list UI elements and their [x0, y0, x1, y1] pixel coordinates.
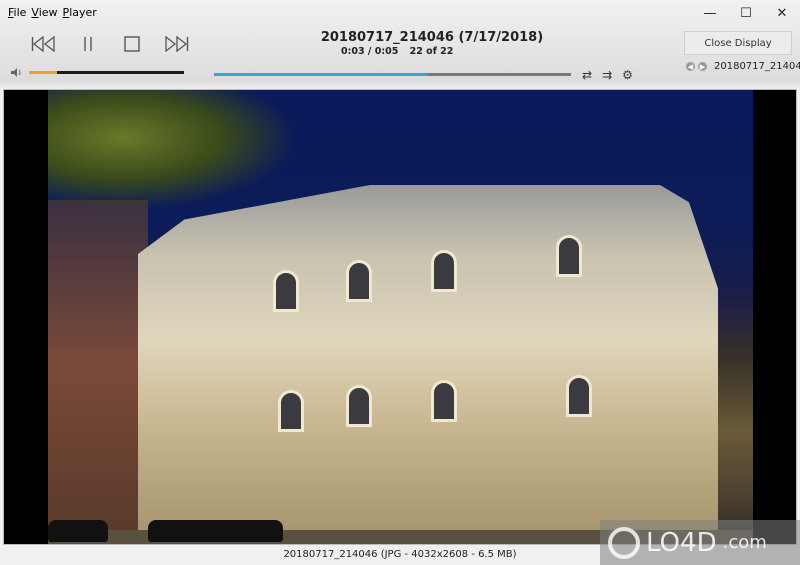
elapsed-time: 0:03 / 0:05 — [341, 46, 399, 57]
app-window: File View Player — ☐ ✕ 20180717_214046 (… — [0, 0, 800, 565]
close-window-button[interactable]: ✕ — [764, 0, 800, 26]
menu-file[interactable]: File — [8, 6, 26, 19]
close-display-button[interactable]: Close Display — [684, 31, 792, 55]
minimize-button[interactable]: — — [692, 0, 728, 26]
volume-level — [29, 71, 57, 74]
maximize-button[interactable]: ☐ — [728, 0, 764, 26]
volume-control — [11, 68, 184, 77]
image-viewer[interactable] — [3, 89, 797, 545]
next-file-icon[interactable]: ▶ — [698, 62, 707, 71]
menu-player[interactable]: Player — [63, 6, 97, 19]
window-controls: — ☐ ✕ — [692, 0, 800, 26]
repeat-icon[interactable]: ⇄ — [582, 68, 592, 82]
prev-file-icon[interactable]: ◀ — [686, 62, 695, 71]
current-file-nav: ◀ ▶ 20180717_214046 — [686, 61, 800, 72]
volume-slider[interactable] — [29, 71, 184, 74]
speaker-icon — [11, 68, 21, 77]
menu-bar: File View Player — [8, 6, 97, 19]
playlist-position: 22 of 22 — [409, 46, 454, 57]
media-title: 20180717_214046 (7/17/2018) — [320, 30, 544, 45]
menu-view[interactable]: View — [31, 6, 57, 19]
seek-bar[interactable] — [214, 73, 571, 76]
media-info: 0:03 / 0:05 22 of 22 — [341, 46, 461, 57]
seek-progress — [214, 73, 429, 76]
current-file-name: 20180717_214046 — [714, 61, 800, 72]
watermark: LO4D .com — [600, 520, 800, 565]
watermark-logo-icon — [608, 526, 640, 559]
player-tools: ⇄ ⇉ ⚙ — [582, 68, 633, 82]
displayed-photo — [48, 90, 753, 544]
settings-icon[interactable]: ⚙ — [622, 68, 633, 82]
shuffle-icon[interactable]: ⇉ — [602, 68, 612, 82]
